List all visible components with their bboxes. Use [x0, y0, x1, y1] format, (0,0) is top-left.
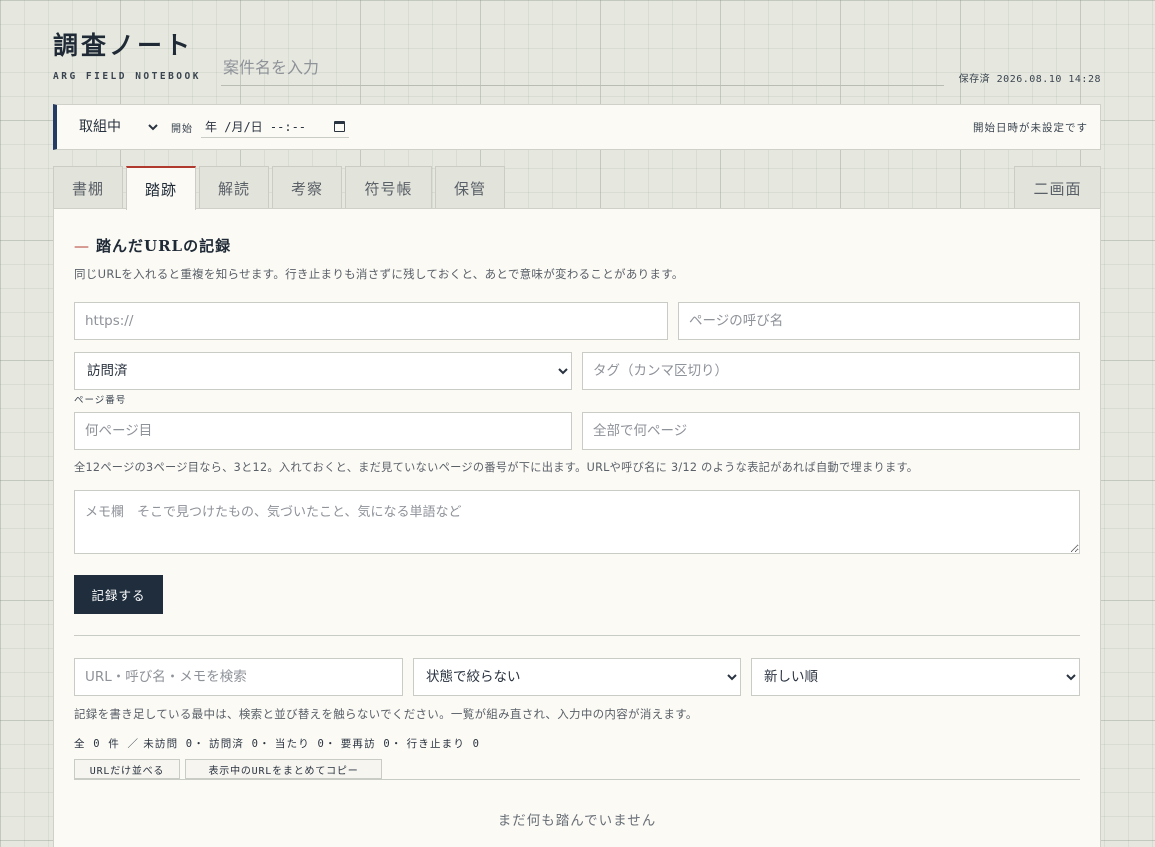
start-datetime-input[interactable]: 年 /月/日 --:--: [201, 116, 349, 138]
page-index-input[interactable]: [74, 412, 572, 450]
count-unvisited: 未訪問 0・: [143, 738, 206, 750]
count-hit: 当たり 0・: [274, 738, 337, 750]
visit-status-select[interactable]: 訪問済: [74, 352, 572, 390]
title-dash: —: [74, 237, 90, 255]
section-divider: [74, 635, 1080, 636]
page-number-hint: 全12ページの3ページ目なら、3と12。入れておくと、まだ見ていないページの番号…: [74, 461, 919, 474]
count-revisit: 要再訪 0・: [340, 738, 403, 750]
tab-bookshelf[interactable]: 書棚: [53, 166, 123, 209]
tab-analysis[interactable]: 考察: [272, 166, 342, 209]
list-divider: [74, 779, 1080, 780]
page-number-label: ページ番号: [74, 395, 127, 406]
tab-codebook[interactable]: 符号帳: [345, 166, 432, 209]
record-button[interactable]: 記録する: [74, 575, 163, 614]
tab-archive[interactable]: 保管: [435, 166, 505, 209]
app-header: 調査ノート ARG FIELD NOTEBOOK 保存済 2026.08.10 …: [53, 24, 1101, 86]
datetime-placeholder: 年 /月/日 --:--: [205, 120, 307, 134]
tab-trail[interactable]: 踏跡: [126, 166, 196, 210]
sort-select[interactable]: 新しい順: [751, 658, 1080, 696]
edit-warning: 記録を書き足している最中は、検索と並び替えを触らないでください。一覧が組み直され…: [74, 707, 698, 721]
start-label: 開始: [171, 123, 193, 135]
count-deadend: 行き止まり 0: [406, 738, 481, 750]
empty-message: まだ何も踏んでいません: [497, 813, 657, 829]
app-title: 調査ノート: [53, 31, 194, 60]
url-input[interactable]: [74, 302, 668, 340]
section-title-text: 踏んだURLの記録: [96, 237, 232, 255]
count-visited: 訪問済 0・: [209, 738, 271, 750]
dual-view-button[interactable]: 二画面: [1014, 166, 1101, 209]
progress-status-select[interactable]: 取組中: [75, 114, 161, 140]
status-bar: 取組中 開始 年 /月/日 --:-- 開始日時が未設定です: [53, 104, 1101, 150]
search-input[interactable]: [74, 658, 403, 696]
calendar-icon[interactable]: [334, 121, 345, 132]
section-title: — 踏んだURLの記録: [74, 235, 231, 256]
memo-textarea[interactable]: [74, 490, 1080, 554]
copy-urls-button[interactable]: 表示中のURLをまとめてコピー: [185, 759, 382, 779]
start-note: 開始日時が未設定です: [973, 121, 1088, 134]
count-total: 全 0 件 ／: [74, 738, 140, 750]
url-only-button[interactable]: URLだけ並べる: [74, 759, 180, 779]
record-counts: 全 0 件 ／ 未訪問 0・ 訪問済 0・ 当たり 0・ 要再訪 0・ 行き止ま…: [74, 736, 480, 751]
save-status: 保存済 2026.08.10 14:28: [958, 74, 1101, 85]
page-name-input[interactable]: [678, 302, 1080, 340]
tags-input[interactable]: [582, 352, 1080, 390]
trail-panel: — 踏んだURLの記録 同じURLを入れると重複を知らせます。行き止まりも消さずに…: [53, 208, 1101, 847]
section-description: 同じURLを入れると重複を知らせます。行き止まりも消さずに残しておくと、あとで意…: [74, 267, 684, 281]
tab-decode[interactable]: 解読: [199, 166, 269, 209]
app-subtitle: ARG FIELD NOTEBOOK: [53, 71, 201, 82]
tab-bar: 書棚 踏跡 解読 考察 符号帳 保管 二画面: [53, 166, 1101, 210]
case-name-input[interactable]: [221, 50, 944, 86]
page-total-input[interactable]: [582, 412, 1080, 450]
status-filter-select[interactable]: 状態で絞らない: [413, 658, 741, 696]
